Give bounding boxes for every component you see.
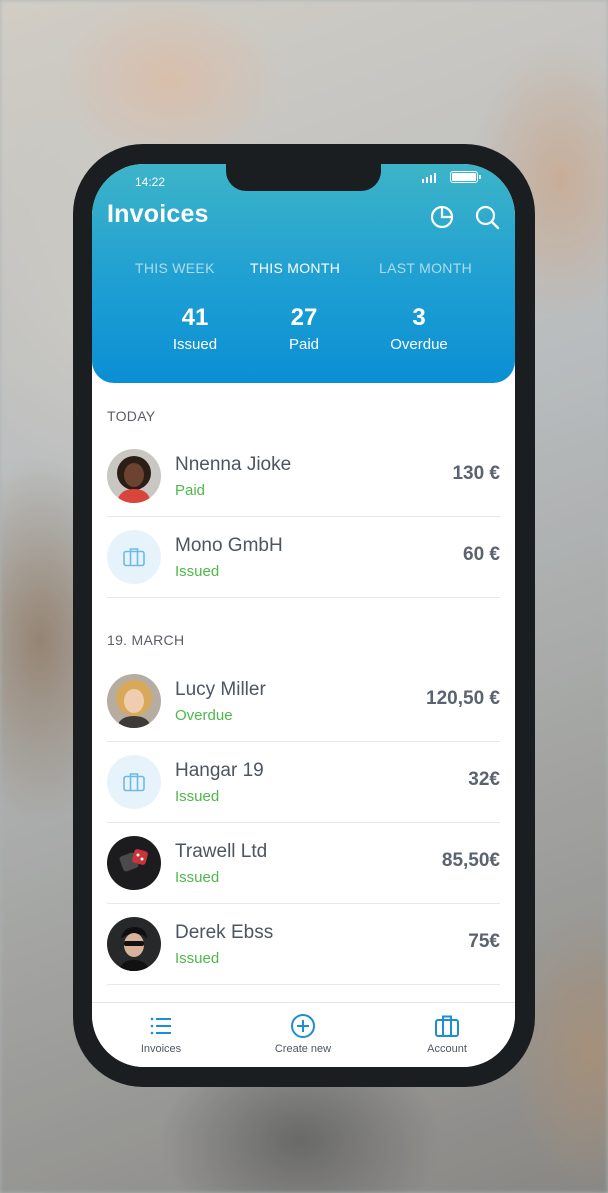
- tab-invoices[interactable]: Invoices: [116, 1013, 206, 1055]
- invoice-row[interactable]: Derek Ebss Issued 75€: [107, 904, 500, 985]
- avatar: [107, 917, 161, 971]
- phone-notch: [226, 164, 381, 191]
- plus-circle-icon: [291, 1014, 315, 1038]
- bottom-tab-bar: Invoices Create new Account: [92, 1002, 515, 1067]
- tab-this-week[interactable]: THIS WEEK: [135, 260, 215, 276]
- invoice-amount: 32€: [468, 769, 500, 790]
- tab-this-month[interactable]: THIS MONTH: [250, 260, 340, 276]
- stat-issued: 41 Issued: [145, 304, 245, 353]
- invoice-row[interactable]: Trawell Ltd Issued 85,50€: [107, 823, 500, 904]
- invoice-client-name: Hangar 19: [175, 760, 264, 781]
- avatar: [107, 530, 161, 584]
- stat-value: 27: [290, 304, 318, 331]
- battery-icon: [450, 171, 481, 183]
- briefcase-icon: [435, 1015, 459, 1037]
- stat-paid: 27 Paid: [254, 304, 354, 353]
- pie-chart-icon[interactable]: [429, 204, 455, 230]
- invoice-status: Issued: [175, 869, 220, 886]
- invoice-row[interactable]: Hangar 19 Issued 32€: [107, 742, 500, 823]
- invoice-row[interactable]: Lucy Miller Overdue 120,50 €: [107, 661, 500, 742]
- stat-value: 41: [181, 304, 209, 331]
- avatar: [107, 836, 161, 890]
- avatar: [107, 449, 161, 503]
- stat-label: Paid: [288, 336, 320, 353]
- avatar: [107, 674, 161, 728]
- briefcase-icon: [123, 548, 145, 567]
- invoice-client-name: Nnenna Jioke: [175, 454, 292, 475]
- signal-icon: [422, 173, 438, 183]
- invoice-client-name: Trawell Ltd: [175, 841, 268, 862]
- tab-label: Invoices: [140, 1043, 182, 1055]
- tab-label: Account: [427, 1043, 467, 1055]
- tab-account[interactable]: Account: [402, 1013, 492, 1055]
- invoice-status: Issued: [175, 950, 220, 967]
- invoice-amount: 85,50€: [441, 850, 500, 871]
- invoice-row[interactable]: Mono GmbH Issued 60 €: [107, 517, 500, 598]
- page-title: Invoices: [107, 200, 209, 228]
- invoice-amount: 75€: [468, 931, 500, 952]
- tab-label: Create new: [274, 1043, 332, 1055]
- invoice-amount: 120,50 €: [426, 688, 500, 709]
- invoice-client-name: Mono GmbH: [175, 535, 283, 556]
- stat-value: 3: [412, 304, 426, 331]
- invoices-header: 14:22 Invoices THIS WEEK THIS MONTH LAST…: [92, 164, 515, 383]
- briefcase-icon: [123, 773, 145, 792]
- tab-last-month[interactable]: LAST MONTH: [379, 260, 472, 276]
- period-tabs: THIS WEEK THIS MONTH LAST MONTH: [92, 260, 515, 280]
- section-label-date: 19. MARCH: [107, 632, 185, 648]
- stat-overdue: 3 Overdue: [369, 304, 469, 353]
- invoice-status: Issued: [175, 563, 220, 580]
- section-label-today: TODAY: [107, 408, 156, 424]
- search-icon[interactable]: [474, 204, 500, 230]
- stat-label: Issued: [172, 336, 218, 353]
- list-icon: [150, 1017, 171, 1035]
- phone-screen: 14:22 Invoices THIS WEEK THIS MONTH LAST…: [92, 164, 515, 1067]
- tab-create-new[interactable]: Create new: [258, 1013, 348, 1055]
- stat-label: Overdue: [390, 336, 448, 353]
- invoice-client-name: Derek Ebss: [175, 922, 274, 943]
- invoice-status: Issued: [175, 788, 220, 805]
- invoice-status: Paid: [175, 482, 206, 499]
- invoice-amount: 130 €: [452, 463, 500, 484]
- invoice-row[interactable]: Nnenna Jioke Paid 130 €: [107, 436, 500, 517]
- avatar: [107, 755, 161, 809]
- status-time: 14:22: [135, 175, 166, 189]
- invoice-status: Overdue: [175, 707, 233, 724]
- invoice-amount: 60 €: [463, 544, 500, 565]
- invoice-client-name: Lucy Miller: [175, 679, 266, 700]
